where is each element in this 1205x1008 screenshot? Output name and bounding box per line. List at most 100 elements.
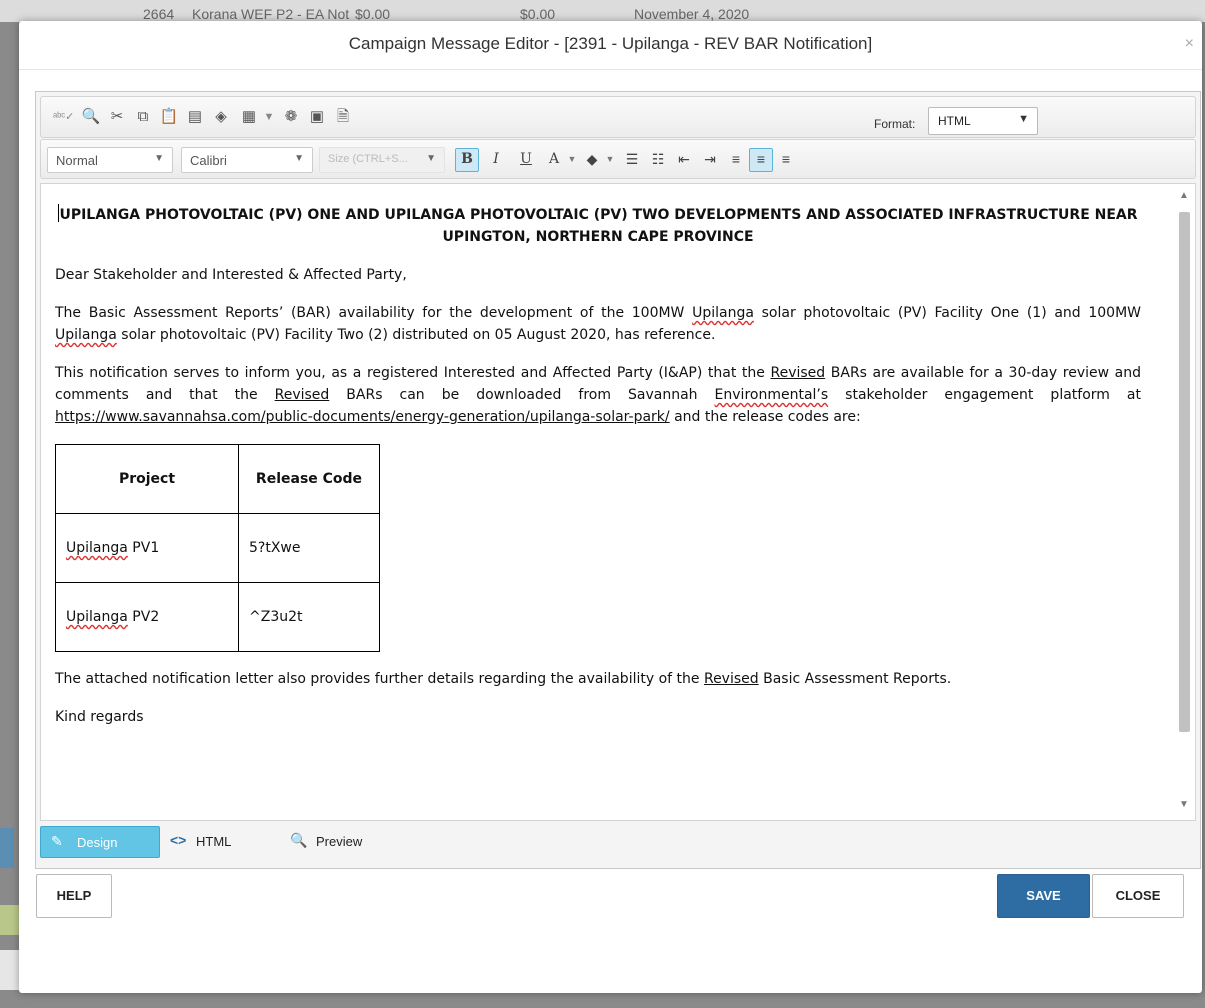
p1-text: solar photovoltaic (PV) Facility Two (2)… xyxy=(116,327,716,343)
p2-text: stakeholder engagement platform at xyxy=(828,387,1141,403)
bg-amount2: $0.00 xyxy=(520,6,556,22)
background-side-strip xyxy=(0,950,20,990)
close-icon[interactable]: × xyxy=(1185,35,1194,53)
tab-html-label: HTML xyxy=(196,834,232,849)
tab-html[interactable]: <> HTML xyxy=(170,826,250,856)
p3-text: Basic Assessment Reports. xyxy=(758,671,952,687)
outdent-icon[interactable]: ⇤ xyxy=(673,148,695,170)
underline-button[interactable]: U xyxy=(515,148,537,170)
bg-row-name: Korana WEF P2 - EA Not xyxy=(192,6,350,22)
p2-underlined-word: Revised xyxy=(274,387,330,403)
background-table-row: 2664 Korana WEF P2 - EA Not $0.00 $0.00 … xyxy=(0,0,1205,22)
p3-text: The attached notification letter also pr… xyxy=(55,671,704,687)
closing: Kind regards xyxy=(55,709,144,725)
document-heading-text: UPILANGA PHOTOVOLTAIC (PV) ONE AND UPILA… xyxy=(59,207,1138,245)
align-center-icon[interactable]: ≡ xyxy=(749,148,773,172)
background-side-strip xyxy=(0,905,20,935)
p2-misspelled-word: Environmental’s xyxy=(714,387,829,403)
indent-icon[interactable]: ⇥ xyxy=(699,148,721,170)
template-icon[interactable]: ▤ xyxy=(185,107,205,127)
project-suffix: PV1 xyxy=(127,540,160,556)
font-color-dropdown-icon[interactable]: ▼ xyxy=(561,148,583,170)
project-name: Upilanga xyxy=(66,609,128,625)
salutation: Dear Stakeholder and Interested & Affect… xyxy=(55,267,407,283)
project-suffix: PV2 xyxy=(127,609,160,625)
scroll-up-icon[interactable]: ▲ xyxy=(1179,190,1189,201)
p2-text: and the release codes are: xyxy=(669,409,861,425)
font-name-select[interactable]: Calibri ▼ xyxy=(181,147,313,173)
magnifier-icon: 🔍 xyxy=(290,832,308,848)
tab-design-label: Design xyxy=(77,835,118,850)
project-name: Upilanga xyxy=(66,540,128,556)
table-cell-project: Upilanga PV1 xyxy=(55,513,239,583)
chevron-down-icon: ▼ xyxy=(426,153,436,164)
highlight-dropdown-icon[interactable]: ▼ xyxy=(599,148,621,170)
table-row: Upilanga PV1 5?tXwe xyxy=(55,513,380,583)
campaign-message-editor-dialog: Campaign Message Editor - [2391 - Upilan… xyxy=(19,21,1202,993)
paragraph-attachment: The attached notification letter also pr… xyxy=(55,668,1141,690)
format-select-value: HTML xyxy=(938,114,971,128)
table-cell-code: ^Z3u2t xyxy=(238,582,380,652)
italic-button[interactable]: I xyxy=(485,148,507,170)
align-left-icon[interactable]: ≡ xyxy=(725,148,747,170)
dialog-title: Campaign Message Editor - [2391 - Upilan… xyxy=(348,34,873,53)
font-size-placeholder: Size (CTRL+S... xyxy=(328,153,408,165)
scrollbar-thumb[interactable] xyxy=(1179,212,1190,732)
link-icon[interactable]: ◈ xyxy=(211,107,231,127)
background-side-strip xyxy=(0,828,14,868)
p2-text: This notification serves to inform you, … xyxy=(55,365,771,381)
bold-button[interactable]: B xyxy=(455,148,479,172)
table-dropdown-icon[interactable]: ▼ xyxy=(259,107,279,127)
find-icon[interactable]: 🔍 xyxy=(81,107,101,127)
table-cell-project: Upilanga PV2 xyxy=(55,582,239,652)
format-label: Format: xyxy=(874,117,916,131)
p1-text: solar photovoltaic (PV) Facility One (1)… xyxy=(753,305,1142,321)
editor-toolbar-top: ᵃᵇᶜ✓ 🔍 ✂ ⧉ 📋 ▤ ◈ ▦ ▼ ❁ ▣ 🗎 Format: HTML … xyxy=(40,96,1196,138)
tab-preview[interactable]: 🔍 Preview xyxy=(290,826,390,856)
font-name-value: Calibri xyxy=(190,153,227,168)
ordered-list-icon[interactable]: ☰ xyxy=(621,148,643,170)
table-header-row: Project Release Code xyxy=(55,444,380,514)
table-header-release-code: Release Code xyxy=(238,444,380,514)
paragraph-style-value: Normal xyxy=(56,153,98,168)
unordered-list-icon[interactable]: ☷ xyxy=(647,148,669,170)
table-icon[interactable]: ▦ xyxy=(239,107,259,127)
document-body: UPILANGA PHOTOVOLTAIC (PV) ONE AND UPILA… xyxy=(55,204,1141,744)
editor-toolbar-format: Normal ▼ Calibri ▼ Size (CTRL+S... ▼ B I… xyxy=(40,139,1196,179)
copy-icon[interactable]: ⧉ xyxy=(133,107,153,127)
p3-underlined-word: Revised xyxy=(703,671,759,687)
p2-text: BARs can be downloaded from Savannah xyxy=(329,387,715,403)
document-heading: UPILANGA PHOTOVOLTAIC (PV) ONE AND UPILA… xyxy=(55,204,1141,248)
help-button[interactable]: HELP xyxy=(36,874,112,918)
font-size-select[interactable]: Size (CTRL+S... ▼ xyxy=(319,147,445,173)
editor-mode-bar: ✎ Design <> HTML 🔍 Preview xyxy=(40,824,1194,858)
vertical-scrollbar[interactable]: ▲ ▼ xyxy=(1175,190,1193,810)
p1-text: The Basic Assessment Reports’ (BAR) avai… xyxy=(55,305,693,321)
table-cell-code: 5?tXwe xyxy=(238,513,380,583)
cut-icon[interactable]: ✂ xyxy=(107,107,127,127)
close-button[interactable]: CLOSE xyxy=(1092,874,1184,918)
p1-misspelled-word: Upilanga xyxy=(692,305,754,321)
document-icon[interactable]: 🗎 xyxy=(333,107,353,127)
table-row: Upilanga PV2 ^Z3u2t xyxy=(55,582,380,652)
align-right-icon[interactable]: ≡ xyxy=(775,148,797,170)
special-chars-icon[interactable]: ❁ xyxy=(281,107,301,127)
image-icon[interactable]: ▣ xyxy=(307,107,327,127)
download-link[interactable]: https://www.savannahsa.com/public-docume… xyxy=(55,409,670,425)
save-button[interactable]: SAVE xyxy=(997,874,1090,918)
editor-content-area[interactable]: UPILANGA PHOTOVOLTAIC (PV) ONE AND UPILA… xyxy=(40,183,1196,821)
tab-design[interactable]: ✎ Design xyxy=(40,826,160,858)
chevron-down-icon: ▼ xyxy=(1018,113,1029,125)
code-icon: <> xyxy=(170,832,187,848)
p1-misspelled-word: Upilanga xyxy=(55,327,117,343)
format-select[interactable]: HTML ▼ xyxy=(928,107,1038,135)
paste-icon[interactable]: 📋 xyxy=(159,107,179,127)
pencil-icon: ✎ xyxy=(51,833,63,849)
chevron-down-icon: ▼ xyxy=(294,153,304,164)
rich-text-editor: ᵃᵇᶜ✓ 🔍 ✂ ⧉ 📋 ▤ ◈ ▦ ▼ ❁ ▣ 🗎 Format: HTML … xyxy=(35,91,1201,869)
paragraph-style-select[interactable]: Normal ▼ xyxy=(47,147,173,173)
bg-row-id: 2664 xyxy=(143,6,175,22)
release-codes-table: Project Release Code Upilanga PV1 5?tXwe… xyxy=(55,444,380,652)
spellcheck-icon[interactable]: ᵃᵇᶜ✓ xyxy=(53,107,74,127)
scroll-down-icon[interactable]: ▼ xyxy=(1179,799,1189,810)
